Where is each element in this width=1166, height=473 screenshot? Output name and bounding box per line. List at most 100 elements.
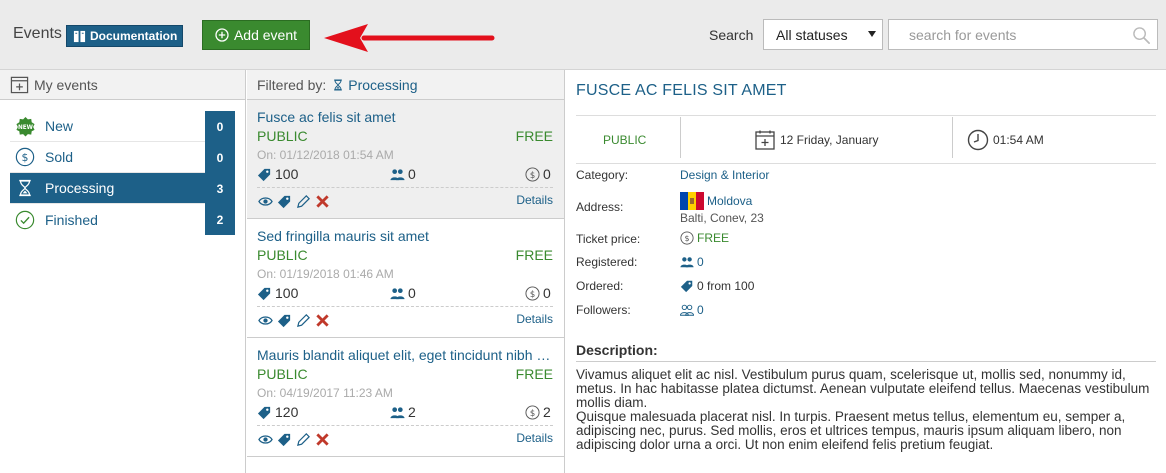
svg-text:$: $	[530, 288, 535, 298]
documentation-button[interactable]: Documentation	[66, 25, 184, 47]
tickets-count: 100	[275, 285, 299, 301]
edit-pencil-icon[interactable]	[295, 431, 311, 447]
card-divider	[257, 306, 553, 307]
top-bar: Events Documentation Add event Search Al…	[0, 0, 1166, 70]
details-link[interactable]: Details	[516, 431, 553, 445]
event-price: FREE	[515, 366, 553, 382]
event-price: FREE	[515, 247, 553, 263]
search-icon[interactable]	[1132, 26, 1151, 45]
sidebar-item-finished[interactable]: Finished 2	[10, 204, 235, 235]
event-card[interactable]: Mauris blandit aliquet elit, eget tincid…	[247, 338, 564, 457]
registered-text: 0	[697, 255, 704, 269]
plus-circle-icon	[215, 28, 229, 42]
tickets-stat: 120	[257, 404, 298, 420]
registered-count: 2	[408, 404, 416, 420]
card-divider	[257, 425, 553, 426]
delete-x-icon[interactable]	[314, 193, 330, 209]
sidebar-item-label: Finished	[45, 211, 98, 228]
registered-value: 0	[680, 255, 704, 269]
details-link[interactable]: Details	[516, 193, 553, 207]
page-title: Events	[13, 25, 62, 42]
hourglass-icon	[334, 79, 343, 90]
registered-count: 0	[408, 285, 416, 301]
filter-header: Filtered by: Processing	[247, 70, 564, 100]
edit-pencil-icon[interactable]	[295, 193, 311, 209]
users-icon	[390, 406, 405, 418]
sidebar-item-label: Processing	[45, 180, 115, 196]
event-title[interactable]: Sed fringilla mauris sit amet	[257, 228, 553, 244]
country-value[interactable]: Moldova	[680, 192, 752, 210]
book-icon	[73, 30, 86, 42]
followers-value: 0	[680, 303, 704, 317]
ticket-price-text: FREE	[697, 231, 730, 245]
ordered-stat: $ 2	[525, 404, 551, 420]
details-link[interactable]: Details	[516, 312, 553, 326]
ordered-stat: $ 0	[525, 285, 551, 301]
caret-down-icon	[868, 31, 876, 37]
event-title[interactable]: Mauris blandit aliquet elit, eget tincid…	[257, 347, 553, 363]
count-badge: 0	[205, 111, 235, 142]
dollar-circle-icon: $	[525, 404, 540, 420]
count-badge: 0	[205, 142, 235, 173]
status-filter-select[interactable]: All statuses	[763, 19, 883, 50]
followers-label: Followers:	[576, 303, 631, 317]
category-label: Category:	[576, 168, 629, 182]
ticket-tag-icon	[257, 168, 271, 181]
edit-pencil-icon[interactable]	[295, 312, 311, 328]
view-eye-icon[interactable]	[257, 312, 273, 328]
ticket-tag-icon	[257, 406, 271, 419]
sidebar-item-processing[interactable]: Processing 3	[10, 173, 235, 204]
view-eye-icon[interactable]	[257, 431, 273, 447]
sidebar-header: My events	[0, 70, 245, 100]
event-card[interactable]: Fusce ac felis sit amet PUBLIC FREE On: …	[247, 100, 564, 219]
hourglass-icon	[14, 177, 36, 199]
card-divider	[257, 187, 553, 188]
event-price: FREE	[515, 128, 553, 144]
event-visibility: PUBLIC	[257, 366, 308, 382]
event-list-panel: Filtered by: Processing Fusce ac felis s…	[247, 70, 565, 473]
description-body: Vivamus aliquet elit ac nisl. Vestibulum…	[576, 368, 1156, 452]
detail-visibility-label: PUBLIC	[603, 132, 647, 147]
registered-label: Registered:	[576, 255, 638, 269]
meta-separator	[680, 117, 681, 158]
status-filter-value: All statuses	[776, 27, 848, 43]
tickets-stat: 100	[257, 166, 298, 182]
ordered-count: 0	[543, 166, 551, 182]
sidebar-item-sold[interactable]: $ Sold 0	[10, 142, 235, 173]
tag-icon[interactable]	[276, 193, 292, 209]
ticket-tag-icon	[680, 280, 693, 293]
tag-icon[interactable]	[276, 431, 292, 447]
check-circle-icon	[14, 209, 36, 231]
sidebar-item-new[interactable]: NEW New 0	[10, 111, 235, 142]
followers-text: 0	[697, 303, 704, 317]
event-card[interactable]: Sed fringilla mauris sit amet PUBLIC FRE…	[247, 219, 564, 338]
event-title[interactable]: Fusce ac felis sit amet	[257, 109, 553, 125]
category-value[interactable]: Design & Interior	[680, 168, 769, 182]
count-badge: 3	[205, 173, 235, 204]
search-field[interactable]	[888, 19, 1158, 50]
svg-text:$: $	[22, 151, 29, 164]
detail-meta-bar: PUBLIC 12 Friday, January 01:54 AM	[576, 115, 1156, 164]
sidebar-heading: My events	[34, 76, 98, 93]
sidebar-item-label: Sold	[45, 149, 74, 165]
sidebar-list: NEW New 0 $ Sold 0 Processing 3 Finished…	[0, 100, 245, 235]
delete-x-icon[interactable]	[314, 312, 330, 328]
ticket-tag-icon	[257, 287, 271, 300]
registered-stat: 0	[390, 285, 416, 301]
registered-stat: 2	[390, 404, 416, 420]
view-eye-icon[interactable]	[257, 193, 273, 209]
tickets-count: 120	[275, 404, 299, 420]
address-value: Balti, Conev, 23	[680, 211, 764, 225]
svg-text:$: $	[530, 407, 535, 417]
ordered-count: 0	[543, 285, 551, 301]
search-input[interactable]	[909, 27, 1129, 43]
add-event-button[interactable]: Add event	[202, 20, 310, 50]
event-stats: 120 2 $ 2	[257, 404, 553, 422]
card-actions	[257, 312, 330, 328]
tag-icon[interactable]	[276, 312, 292, 328]
sidebar-item-label: New	[45, 118, 74, 134]
card-actions	[257, 431, 330, 447]
followers-icon	[680, 304, 694, 316]
delete-x-icon[interactable]	[314, 431, 330, 447]
dollar-circle-icon: $	[680, 231, 694, 245]
